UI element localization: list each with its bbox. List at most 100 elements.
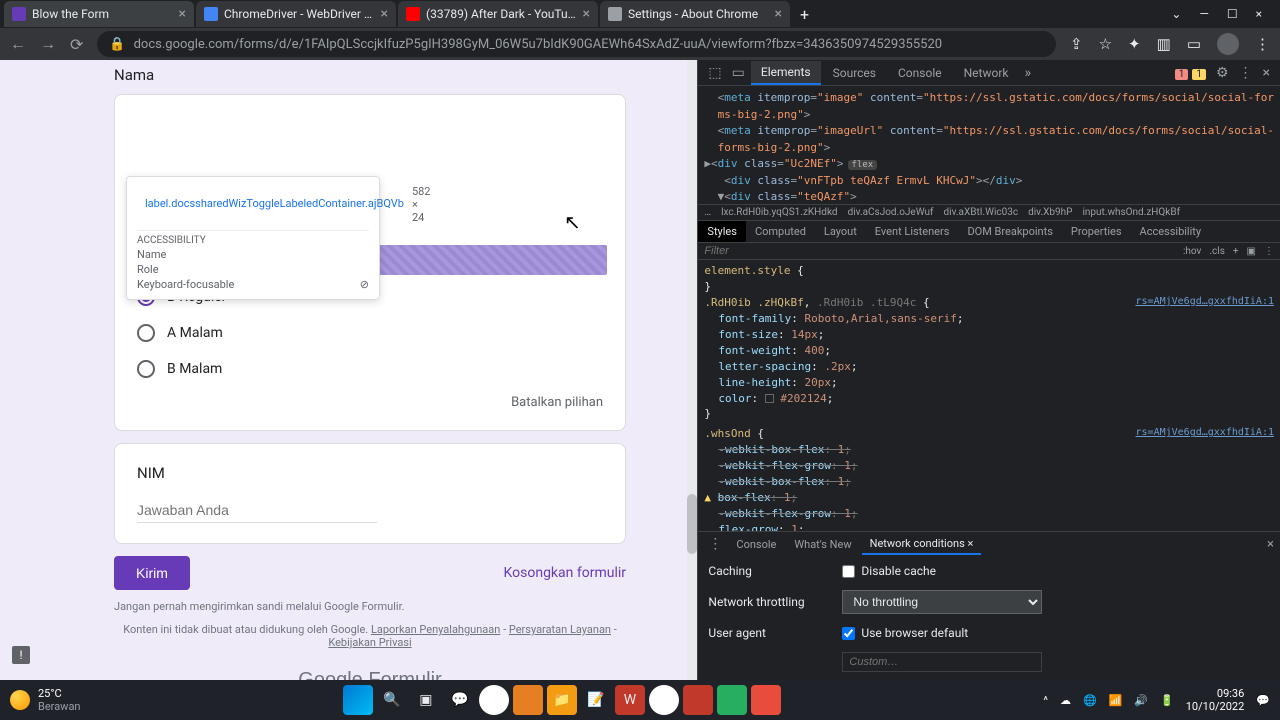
report-abuse-link[interactable]: Laporkan Penyalahgunaan bbox=[371, 623, 500, 636]
error-count[interactable]: 11 bbox=[1171, 65, 1210, 81]
styletab-styles[interactable]: Styles bbox=[698, 221, 746, 242]
search-icon[interactable]: 🔍 bbox=[377, 685, 407, 715]
folder-icon[interactable]: 📁 bbox=[547, 685, 577, 715]
drawer-tab-console[interactable]: Console bbox=[728, 535, 784, 554]
devtools-panel: ⬚ ▭ Elements Sources Console Network » 1… bbox=[697, 60, 1280, 680]
close-icon[interactable]: × bbox=[381, 6, 388, 22]
back-icon[interactable]: ← bbox=[10, 34, 26, 54]
start-icon[interactable] bbox=[343, 685, 373, 715]
wps-icon[interactable]: W bbox=[615, 685, 645, 715]
xampp-icon[interactable] bbox=[683, 685, 713, 715]
chevron-down-icon[interactable]: ⌄ bbox=[1171, 7, 1181, 21]
battery-icon[interactable]: 🔋 bbox=[1160, 694, 1174, 707]
browser-tab-0[interactable]: Blow the Form × bbox=[4, 1, 194, 27]
question-label-truncated: Nama bbox=[114, 66, 626, 84]
more-tabs-icon[interactable]: » bbox=[1020, 65, 1035, 81]
weather-widget[interactable]: 25°C Berawan bbox=[10, 687, 81, 713]
radio-option[interactable]: B Malam bbox=[137, 351, 603, 387]
wifi-icon[interactable]: 📶 bbox=[1109, 694, 1123, 707]
clear-choice-link[interactable]: Batalkan pilihan bbox=[137, 395, 603, 410]
dom-tree[interactable]: <meta itemprop="image" content="https://… bbox=[698, 86, 1280, 204]
disable-cache-checkbox[interactable]: Disable cache bbox=[842, 564, 936, 578]
answer-input[interactable] bbox=[137, 498, 377, 523]
styletab-acc[interactable]: Accessibility bbox=[1131, 221, 1211, 242]
onedrive-icon[interactable]: ☁ bbox=[1060, 694, 1071, 707]
close-devtools-icon[interactable]: × bbox=[1259, 65, 1274, 81]
chevron-up-icon[interactable]: ^ bbox=[1043, 694, 1048, 707]
tab-sources[interactable]: Sources bbox=[823, 62, 886, 84]
styles-pane[interactable]: element.style { } rs=AMjVe6gd…gxxfhdIiA:… bbox=[698, 260, 1280, 531]
scrollbar[interactable] bbox=[687, 60, 697, 680]
maximize-icon[interactable]: ☐ bbox=[1227, 7, 1238, 21]
close-icon[interactable]: × bbox=[179, 6, 186, 22]
styletab-layout[interactable]: Layout bbox=[815, 221, 866, 242]
radio-icon bbox=[137, 324, 155, 342]
feedback-button[interactable]: ! bbox=[12, 646, 30, 664]
ua-custom-input[interactable] bbox=[842, 652, 1042, 672]
style-filter-input[interactable] bbox=[704, 245, 764, 257]
chat-icon[interactable]: 💬 bbox=[445, 685, 475, 715]
inspect-element-icon[interactable]: ⬚ bbox=[704, 65, 725, 81]
terms-link[interactable]: Persyaratan Layanan bbox=[509, 623, 611, 636]
chrome-icon[interactable] bbox=[479, 685, 509, 715]
clock[interactable]: 09:36 10/10/2022 bbox=[1186, 687, 1245, 713]
browser-tab-1[interactable]: ChromeDriver - WebDriver for Ch × bbox=[196, 1, 396, 27]
tab-console[interactable]: Console bbox=[888, 62, 952, 84]
minimize-icon[interactable]: — bbox=[1199, 7, 1208, 21]
tab-elements[interactable]: Elements bbox=[751, 61, 821, 85]
reading-list-icon[interactable]: ▭ bbox=[1187, 35, 1201, 53]
profile-avatar[interactable] bbox=[1217, 33, 1239, 55]
close-window-icon[interactable]: × bbox=[1256, 7, 1262, 21]
menu-icon[interactable]: ⋮ bbox=[1255, 35, 1270, 53]
kebab-icon[interactable]: ⋮ bbox=[1235, 65, 1257, 81]
submit-button[interactable]: Kirim bbox=[114, 556, 190, 590]
chrome-active-icon[interactable] bbox=[649, 685, 679, 715]
task-view-icon[interactable]: ▣ bbox=[411, 685, 441, 715]
privacy-link[interactable]: Kebijakan Privasi bbox=[328, 636, 411, 649]
browser-tab-3[interactable]: Settings - About Chrome × bbox=[600, 1, 790, 27]
reload-icon[interactable]: ⟳ bbox=[70, 35, 83, 54]
recorder-icon[interactable] bbox=[751, 685, 781, 715]
close-icon[interactable]: × bbox=[775, 6, 782, 22]
extensions-icon[interactable]: ✦ bbox=[1128, 35, 1141, 53]
ua-default-checkbox[interactable]: Use browser default bbox=[842, 626, 968, 640]
close-drawer-icon[interactable]: × bbox=[1267, 537, 1274, 552]
kebab-icon[interactable]: ⋮ bbox=[704, 536, 726, 552]
notifications-icon[interactable]: 💬 bbox=[1256, 694, 1270, 707]
clear-form-link[interactable]: Kosongkan formulir bbox=[504, 565, 626, 581]
styletab-props[interactable]: Properties bbox=[1062, 221, 1131, 242]
computed-panel-icon[interactable]: ▣ bbox=[1247, 246, 1256, 257]
new-rule-icon[interactable]: + bbox=[1233, 246, 1239, 257]
language-icon[interactable]: 🌐 bbox=[1083, 694, 1097, 707]
hov-toggle[interactable]: :hov bbox=[1183, 246, 1201, 257]
tab-network[interactable]: Network bbox=[954, 62, 1019, 84]
dom-breadcrumb[interactable]: … lxc.RdH0ib.yqQS1.zKHdkd div.aCsJod.oJe… bbox=[698, 204, 1280, 220]
device-toggle-icon[interactable]: ▭ bbox=[728, 65, 749, 81]
share-icon[interactable]: ⇪ bbox=[1070, 35, 1083, 53]
notepad-icon[interactable]: 📝 bbox=[581, 685, 611, 715]
styletab-computed[interactable]: Computed bbox=[746, 221, 815, 242]
throttling-select[interactable]: No throttling bbox=[842, 590, 1042, 614]
browser-tab-2[interactable]: (33789) After Dark - YouTube × bbox=[398, 1, 598, 27]
radio-option[interactable]: A Malam bbox=[137, 315, 603, 351]
url-text: docs.google.com/forms/d/e/1FAIpQLSccjkIf… bbox=[134, 37, 942, 52]
scrollbar-thumb[interactable] bbox=[687, 494, 697, 554]
sidepanel-icon[interactable]: ▥ bbox=[1157, 35, 1171, 53]
forward-icon[interactable]: → bbox=[40, 34, 56, 54]
volume-icon[interactable]: 🔊 bbox=[1134, 694, 1148, 707]
styletab-event[interactable]: Event Listeners bbox=[866, 221, 959, 242]
url-field[interactable]: 🔒 docs.google.com/forms/d/e/1FAIpQLSccjk… bbox=[97, 31, 1056, 57]
gear-icon[interactable]: ⚙ bbox=[1212, 65, 1233, 81]
styletab-dom[interactable]: DOM Breakpoints bbox=[958, 221, 1061, 242]
drawer-tab-network-conditions[interactable]: Network conditions × bbox=[862, 534, 982, 555]
cls-toggle[interactable]: .cls bbox=[1209, 246, 1224, 257]
app-icon[interactable] bbox=[717, 685, 747, 715]
bookmark-icon[interactable]: ☆ bbox=[1099, 35, 1112, 53]
app-icon[interactable] bbox=[513, 685, 543, 715]
close-icon[interactable]: × bbox=[583, 6, 590, 22]
drawer-tab-whatsnew[interactable]: What's New bbox=[786, 535, 859, 554]
kebab-icon[interactable]: ⋮ bbox=[1264, 246, 1274, 257]
lock-icon: 🔒 bbox=[109, 37, 125, 52]
close-icon[interactable]: × bbox=[968, 537, 974, 550]
new-tab-button[interactable]: + bbox=[800, 5, 809, 24]
